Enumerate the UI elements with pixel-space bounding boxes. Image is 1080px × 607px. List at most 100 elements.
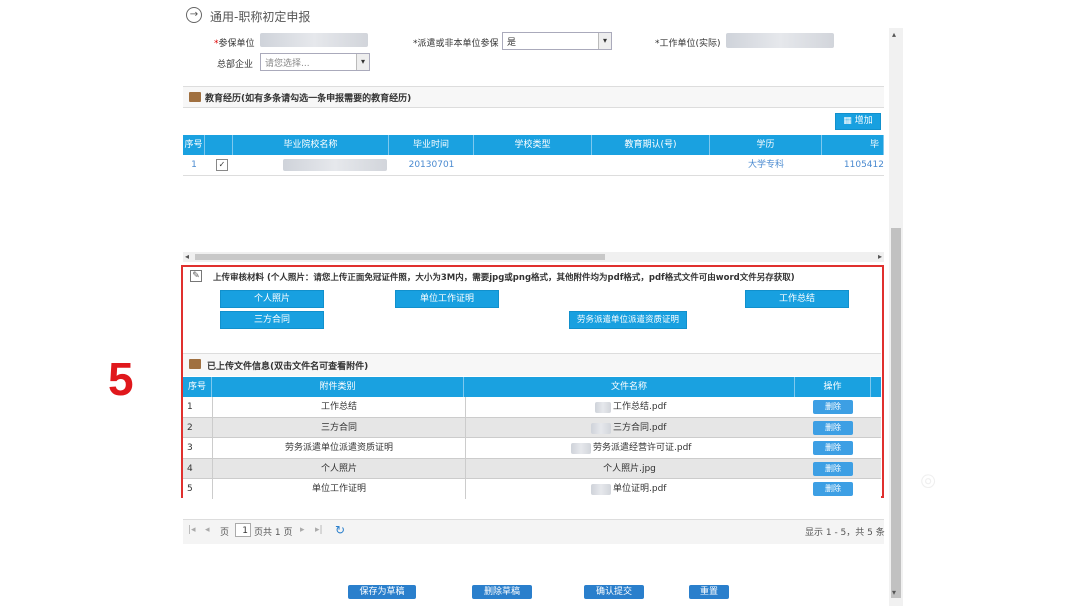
unit-field[interactable]	[260, 33, 368, 47]
unit-cert-button[interactable]: 单位工作证明	[395, 290, 499, 308]
row-no: 1	[187, 402, 193, 412]
delete-button[interactable]: 删除	[813, 400, 853, 414]
uploaded-table-header: 序号 附件类别 文件名称 操作	[183, 377, 881, 397]
row-no: 2	[187, 423, 193, 433]
save-draft-button[interactable]: 保存为草稿	[348, 585, 416, 599]
uploaded-heading: 已上传文件信息(双击文件名可查看附件)	[207, 362, 369, 372]
page-title: 通用-职称初定申报	[210, 10, 311, 24]
comment-icon	[189, 92, 201, 102]
row-category: 劳务派遣单位派遣资质证明	[212, 438, 466, 458]
edit-icon: ✎	[190, 270, 202, 282]
personal-photo-button[interactable]: 个人照片	[220, 290, 324, 308]
row-no: 5	[187, 484, 193, 494]
work-unit-label: *工作单位(实际)	[655, 39, 721, 49]
col-header: 学历	[710, 135, 822, 155]
back-arrow-icon[interactable]: →	[186, 7, 202, 23]
row-no: 3	[187, 443, 193, 453]
scroll-right-icon[interactable]: ▸	[878, 252, 882, 261]
page-label: 页	[220, 528, 230, 538]
col-header: 附件类别	[212, 377, 464, 397]
work-unit-field[interactable]	[726, 33, 834, 48]
delete-draft-button[interactable]: 删除草稿	[472, 585, 532, 599]
work-summary-button[interactable]: 工作总结	[745, 290, 849, 308]
refresh-icon[interactable]: ↻	[335, 523, 345, 537]
chevron-down-icon: ▾	[598, 33, 611, 49]
education-table-header: 序号 毕业院校名称 毕业时间 学校类型 教育期认(号) 学历 毕	[183, 135, 884, 155]
edu-degree: 大学专科	[747, 160, 784, 170]
table-row[interactable]: 4 个人照片 个人照片.jpg 删除	[183, 459, 881, 479]
add-education-label: 增加	[854, 116, 873, 126]
hq-select[interactable]: 请您选择... ▾	[260, 53, 370, 71]
edu-school	[283, 159, 387, 171]
table-row[interactable]: 2 三方合同 三方合同.pdf 删除	[183, 418, 881, 438]
add-education-button[interactable]: ▦ 增加	[835, 113, 881, 130]
filename-prefix	[591, 423, 611, 434]
first-page-icon[interactable]: |◂	[188, 525, 196, 535]
table-row[interactable]: 1 工作总结 工作总结.pdf 删除	[183, 397, 881, 418]
page-total: 页共 1 页	[254, 528, 293, 538]
upload-heading: 上传审核材料 (个人照片：请您上传正面免冠证件照，大小为3M内，需要jpg或pn…	[213, 273, 795, 283]
scroll-down-icon[interactable]: ▾	[892, 588, 896, 597]
table-row[interactable]: 5 单位工作证明 单位证明.pdf 删除	[183, 479, 881, 499]
education-row[interactable]: 1 ✓ 20130701 大学专科 1105412	[183, 155, 884, 176]
submit-button[interactable]: 确认提交	[584, 585, 644, 599]
page-input[interactable]: 1	[235, 523, 251, 537]
edu-no: 1	[191, 160, 197, 170]
col-header: 教育期认(号)	[592, 135, 710, 155]
row-file[interactable]: 工作总结.pdf	[613, 397, 733, 417]
row-category: 单位工作证明	[212, 479, 466, 499]
edu-checkbox[interactable]: ✓	[216, 159, 228, 171]
dispatch-select[interactable]: 是 ▾	[502, 32, 612, 50]
contract-button[interactable]: 三方合同	[220, 311, 324, 329]
dispatch-select-value: 是	[507, 38, 517, 48]
next-page-icon[interactable]: ▸	[300, 525, 305, 535]
edu-extra: 1105412	[843, 160, 884, 170]
row-file[interactable]: 三方合同.pdf	[613, 418, 733, 438]
row-file[interactable]: 个人照片.jpg	[464, 459, 795, 479]
row-file[interactable]: 劳务派遣经营许可证.pdf	[593, 438, 743, 458]
comment-icon	[189, 359, 201, 369]
col-header	[205, 135, 233, 155]
col-header: 序号	[183, 377, 212, 397]
filename-prefix	[571, 443, 591, 454]
dispatch-label: *派遣或非本单位参保	[413, 39, 499, 49]
col-header: 序号	[183, 135, 205, 155]
prev-page-icon[interactable]: ◂	[205, 525, 210, 535]
delete-button[interactable]: 删除	[813, 462, 853, 476]
delete-button[interactable]: 删除	[813, 421, 853, 435]
col-header: 操作	[795, 377, 871, 397]
hq-select-placeholder: 请您选择...	[265, 59, 310, 69]
row-no: 4	[187, 464, 193, 474]
last-page-icon[interactable]: ▸|	[315, 525, 323, 535]
hq-label: 总部企业	[217, 60, 254, 70]
row-category: 个人照片	[212, 459, 466, 479]
delete-button[interactable]: 删除	[813, 482, 853, 496]
reset-button[interactable]: 重置	[689, 585, 729, 599]
scrollbar-thumb[interactable]	[891, 228, 901, 598]
scroll-up-icon[interactable]: ▴	[892, 30, 896, 39]
step-marker: 5	[108, 353, 134, 405]
col-header: 学校类型	[474, 135, 592, 155]
education-heading: 教育经历(如有多条请勾选一条申报需要的教育经历)	[205, 94, 412, 104]
delete-button[interactable]: 删除	[813, 441, 853, 455]
row-file[interactable]: 单位证明.pdf	[613, 479, 733, 499]
filename-prefix	[591, 484, 611, 495]
table-add-icon: ▦	[843, 116, 852, 126]
col-header: 毕	[822, 135, 884, 155]
horizontal-scrollbar[interactable]: ◂ ▸	[183, 252, 884, 262]
watermark: ◎	[916, 467, 940, 494]
col-header: 毕业时间	[389, 135, 474, 155]
scrollbar-thumb[interactable]	[195, 254, 605, 260]
scroll-left-icon[interactable]: ◂	[185, 252, 189, 261]
row-category: 三方合同	[212, 418, 466, 438]
col-header: 毕业院校名称	[233, 135, 389, 155]
col-header: 文件名称	[464, 377, 795, 397]
unit-label: *参保单位	[214, 39, 255, 49]
edu-grad-time: 20130701	[408, 160, 455, 170]
pager-summary: 显示 1 - 5，共 5 条	[805, 528, 885, 538]
filename-prefix	[595, 402, 611, 413]
chevron-down-icon: ▾	[356, 54, 369, 70]
dispatch-cert-button[interactable]: 劳务派遣单位派遣资质证明	[569, 311, 687, 329]
vertical-scrollbar[interactable]: ▴ ▾	[889, 28, 903, 606]
table-row[interactable]: 3 劳务派遣单位派遣资质证明 劳务派遣经营许可证.pdf 删除	[183, 438, 881, 459]
